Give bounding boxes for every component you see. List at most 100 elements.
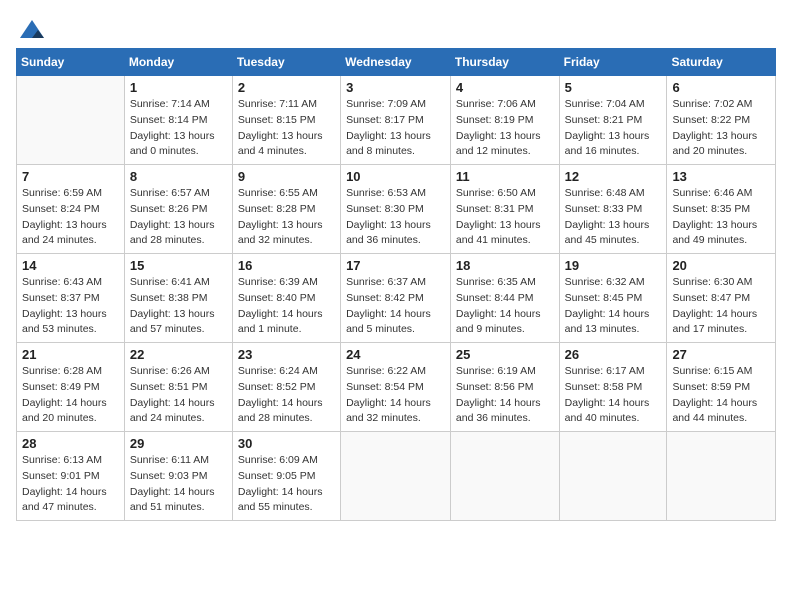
day-info: Sunrise: 6:39 AMSunset: 8:40 PMDaylight:… (238, 275, 335, 338)
day-info: Sunrise: 6:37 AMSunset: 8:42 PMDaylight:… (346, 275, 445, 338)
day-number: 16 (238, 258, 335, 273)
day-number: 7 (22, 169, 119, 184)
day-info: Sunrise: 6:09 AMSunset: 9:05 PMDaylight:… (238, 453, 335, 516)
day-number: 4 (456, 80, 554, 95)
calendar-cell: 16 Sunrise: 6:39 AMSunset: 8:40 PMDayligh… (232, 254, 340, 343)
calendar-cell: 3Sunrise: 7:09 AMSunset: 8:17 PMDaylight… (341, 76, 451, 165)
day-info: Sunrise: 6:32 AMSunset: 8:45 PMDaylight:… (565, 275, 662, 338)
calendar-cell: 28 Sunrise: 6:13 AMSunset: 9:01 PMDayligh… (17, 432, 125, 521)
weekday-header-saturday: Saturday (667, 49, 776, 76)
weekday-header-tuesday: Tuesday (232, 49, 340, 76)
day-info: Sunrise: 7:04 AMSunset: 8:21 PMDaylight:… (565, 97, 662, 160)
day-number: 11 (456, 169, 554, 184)
day-info: Sunrise: 6:46 AMSunset: 8:35 PMDaylight:… (672, 186, 770, 249)
calendar-cell: 4 Sunrise: 7:06 AMSunset: 8:19 PMDaylight… (450, 76, 559, 165)
calendar-cell: 23Sunrise: 6:24 AMSunset: 8:52 PMDayligh… (232, 343, 340, 432)
day-number: 14 (22, 258, 119, 273)
day-number: 26 (565, 347, 662, 362)
calendar-cell: 2 Sunrise: 7:11 AMSunset: 8:15 PMDaylight… (232, 76, 340, 165)
day-info: Sunrise: 6:41 AMSunset: 8:38 PMDaylight:… (130, 275, 227, 338)
calendar-cell: 27 Sunrise: 6:15 AMSunset: 8:59 PMDayligh… (667, 343, 776, 432)
weekday-header-monday: Monday (124, 49, 232, 76)
week-row-5: 28 Sunrise: 6:13 AMSunset: 9:01 PMDayligh… (17, 432, 776, 521)
day-number: 5 (565, 80, 662, 95)
day-info: Sunrise: 7:02 AMSunset: 8:22 PMDaylight:… (672, 97, 770, 160)
day-info: Sunrise: 6:55 AMSunset: 8:28 PMDaylight:… (238, 186, 335, 249)
day-number: 19 (565, 258, 662, 273)
day-info: Sunrise: 7:09 AMSunset: 8:17 PMDaylight:… (346, 97, 445, 160)
calendar-cell: 13 Sunrise: 6:46 AMSunset: 8:35 PMDayligh… (667, 165, 776, 254)
week-row-3: 14Sunrise: 6:43 AMSunset: 8:37 PMDayligh… (17, 254, 776, 343)
day-number: 1 (130, 80, 227, 95)
calendar-cell: 22 Sunrise: 6:26 AMSunset: 8:51 PMDayligh… (124, 343, 232, 432)
day-info: Sunrise: 6:24 AMSunset: 8:52 PMDaylight:… (238, 364, 335, 427)
weekday-header-row: SundayMondayTuesdayWednesdayThursdayFrid… (17, 49, 776, 76)
day-info: Sunrise: 6:57 AMSunset: 8:26 PMDaylight:… (130, 186, 227, 249)
calendar-cell (450, 432, 559, 521)
calendar-cell: 21 Sunrise: 6:28 AMSunset: 8:49 PMDayligh… (17, 343, 125, 432)
day-info: Sunrise: 6:13 AMSunset: 9:01 PMDaylight:… (22, 453, 119, 516)
calendar-cell: 15 Sunrise: 6:41 AMSunset: 8:38 PMDayligh… (124, 254, 232, 343)
calendar-cell: 12Sunrise: 6:48 AMSunset: 8:33 PMDayligh… (559, 165, 667, 254)
day-number: 17 (346, 258, 445, 273)
day-info: Sunrise: 6:15 AMSunset: 8:59 PMDaylight:… (672, 364, 770, 427)
calendar-cell: 30 Sunrise: 6:09 AMSunset: 9:05 PMDayligh… (232, 432, 340, 521)
day-number: 28 (22, 436, 119, 451)
day-info: Sunrise: 7:06 AMSunset: 8:19 PMDaylight:… (456, 97, 554, 160)
day-info: Sunrise: 6:22 AMSunset: 8:54 PMDaylight:… (346, 364, 445, 427)
calendar-cell (667, 432, 776, 521)
day-number: 13 (672, 169, 770, 184)
week-row-4: 21 Sunrise: 6:28 AMSunset: 8:49 PMDayligh… (17, 343, 776, 432)
calendar-cell: 25Sunrise: 6:19 AMSunset: 8:56 PMDayligh… (450, 343, 559, 432)
day-number: 15 (130, 258, 227, 273)
day-number: 10 (346, 169, 445, 184)
calendar-cell (17, 76, 125, 165)
calendar-cell: 18 Sunrise: 6:35 AMSunset: 8:44 PMDayligh… (450, 254, 559, 343)
calendar-cell: 7Sunrise: 6:59 AMSunset: 8:24 PMDaylight… (17, 165, 125, 254)
calendar-cell: 9 Sunrise: 6:55 AMSunset: 8:28 PMDaylight… (232, 165, 340, 254)
day-number: 21 (22, 347, 119, 362)
day-number: 6 (672, 80, 770, 95)
weekday-header-wednesday: Wednesday (341, 49, 451, 76)
week-row-1: 1 Sunrise: 7:14 AMSunset: 8:14 PMDaylight… (17, 76, 776, 165)
day-number: 24 (346, 347, 445, 362)
day-info: Sunrise: 6:50 AMSunset: 8:31 PMDaylight:… (456, 186, 554, 249)
day-info: Sunrise: 7:11 AMSunset: 8:15 PMDaylight:… (238, 97, 335, 160)
calendar-cell: 26 Sunrise: 6:17 AMSunset: 8:58 PMDayligh… (559, 343, 667, 432)
week-row-2: 7Sunrise: 6:59 AMSunset: 8:24 PMDaylight… (17, 165, 776, 254)
day-number: 18 (456, 258, 554, 273)
calendar-cell: 8 Sunrise: 6:57 AMSunset: 8:26 PMDaylight… (124, 165, 232, 254)
day-number: 8 (130, 169, 227, 184)
day-info: Sunrise: 6:30 AMSunset: 8:47 PMDaylight:… (672, 275, 770, 338)
day-info: Sunrise: 6:28 AMSunset: 8:49 PMDaylight:… (22, 364, 119, 427)
day-info: Sunrise: 6:19 AMSunset: 8:56 PMDaylight:… (456, 364, 554, 427)
calendar-cell: 14Sunrise: 6:43 AMSunset: 8:37 PMDayligh… (17, 254, 125, 343)
calendar-cell: 1 Sunrise: 7:14 AMSunset: 8:14 PMDaylight… (124, 76, 232, 165)
day-number: 22 (130, 347, 227, 362)
day-number: 9 (238, 169, 335, 184)
weekday-header-thursday: Thursday (450, 49, 559, 76)
calendar-cell (559, 432, 667, 521)
page-header (16, 16, 776, 40)
logo-icon (18, 16, 46, 44)
day-number: 27 (672, 347, 770, 362)
calendar-cell: 11 Sunrise: 6:50 AMSunset: 8:31 PMDayligh… (450, 165, 559, 254)
day-info: Sunrise: 6:17 AMSunset: 8:58 PMDaylight:… (565, 364, 662, 427)
calendar-cell: 17 Sunrise: 6:37 AMSunset: 8:42 PMDayligh… (341, 254, 451, 343)
day-number: 29 (130, 436, 227, 451)
calendar-table: SundayMondayTuesdayWednesdayThursdayFrid… (16, 48, 776, 521)
calendar-cell: 5 Sunrise: 7:04 AMSunset: 8:21 PMDaylight… (559, 76, 667, 165)
weekday-header-friday: Friday (559, 49, 667, 76)
day-number: 30 (238, 436, 335, 451)
day-info: Sunrise: 7:14 AMSunset: 8:14 PMDaylight:… (130, 97, 227, 160)
day-info: Sunrise: 6:35 AMSunset: 8:44 PMDaylight:… (456, 275, 554, 338)
day-info: Sunrise: 6:26 AMSunset: 8:51 PMDaylight:… (130, 364, 227, 427)
day-number: 12 (565, 169, 662, 184)
calendar-cell: 6 Sunrise: 7:02 AMSunset: 8:22 PMDaylight… (667, 76, 776, 165)
day-info: Sunrise: 6:53 AMSunset: 8:30 PMDaylight:… (346, 186, 445, 249)
calendar-cell: 29Sunrise: 6:11 AMSunset: 9:03 PMDayligh… (124, 432, 232, 521)
calendar-cell (341, 432, 451, 521)
calendar-cell: 10 Sunrise: 6:53 AMSunset: 8:30 PMDayligh… (341, 165, 451, 254)
logo (16, 16, 46, 40)
day-number: 2 (238, 80, 335, 95)
